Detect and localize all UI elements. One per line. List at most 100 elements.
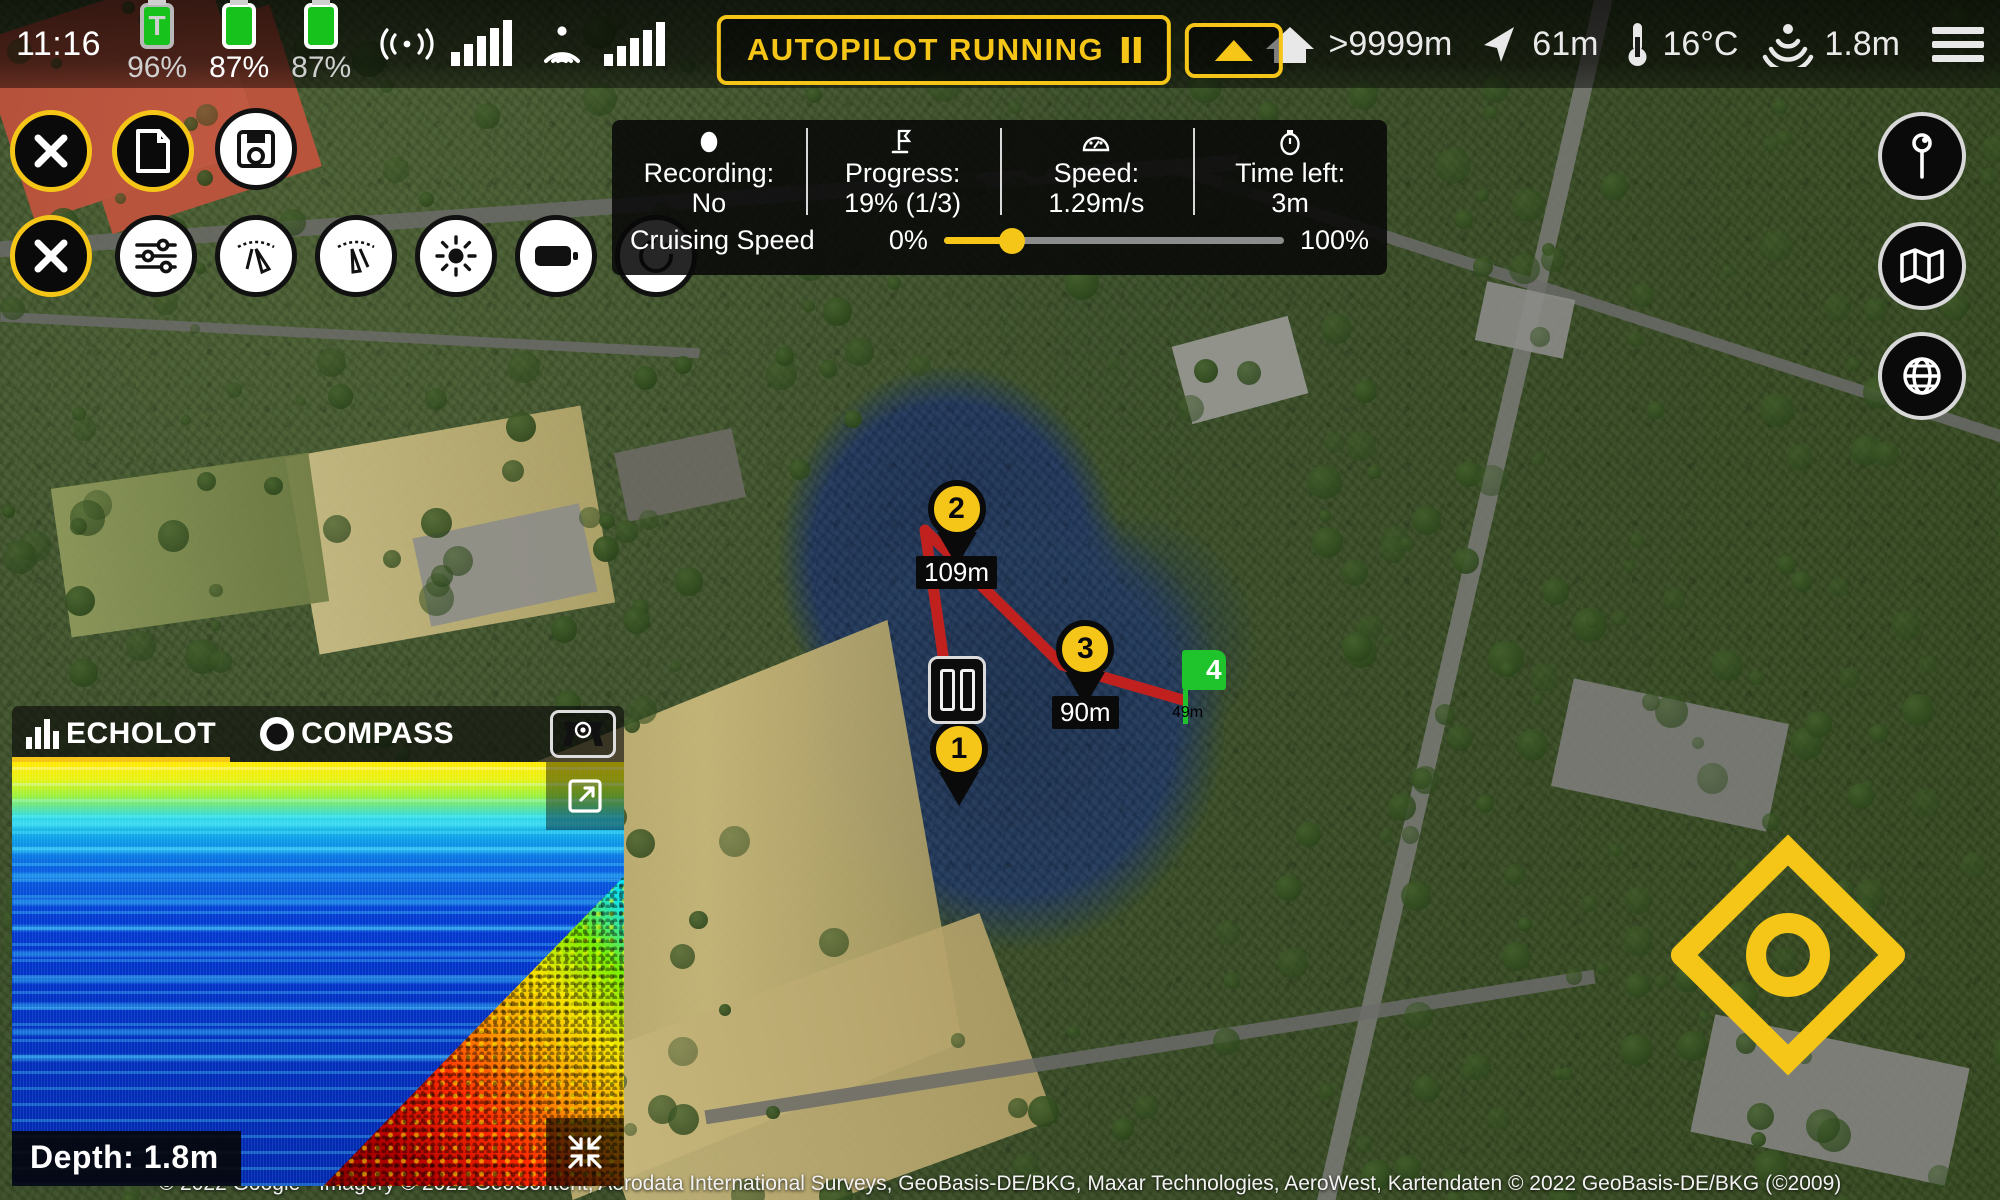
waypoint-pin[interactable]: 3 [1056,620,1115,678]
map-tree [719,1004,731,1016]
temperature-value: 16°C [1662,24,1739,63]
stat-value: No [691,188,727,219]
tab-compass[interactable]: COMPASS [260,706,454,762]
map-tree [1500,661,1516,678]
return-home-button[interactable] [1185,22,1284,78]
map-tree [322,515,351,544]
battery-button[interactable] [515,215,597,297]
map-tree [1400,537,1414,551]
thermometer-icon [1622,19,1652,69]
speedometer-icon [1081,129,1111,155]
map-tree [1630,532,1645,548]
map-tree [1027,1095,1059,1128]
map-tree [1891,610,1921,640]
file-icon [136,129,170,173]
map-tree [633,366,658,390]
save-button[interactable] [215,108,297,190]
close-button[interactable] [10,110,92,192]
stat-label: Recording: [643,158,775,188]
map-tree [1511,188,1546,223]
boat-battery-2[interactable]: 87% [291,3,351,85]
battery-icon [222,3,257,49]
globe-view-button[interactable] [1878,332,1966,420]
pause-icon[interactable] [1122,37,1142,63]
map-tree [1627,330,1644,347]
map-tree [1868,723,1888,743]
scan-right-button[interactable] [315,215,397,297]
map-tree [1823,294,1852,322]
map-tree [1367,465,1381,479]
collapse-sonar-button[interactable] [546,1118,624,1186]
map-tree [474,103,501,129]
map-tree [383,550,401,568]
add-waypoint-button[interactable] [1878,112,1966,200]
expand-sonar-button[interactable] [546,762,624,830]
wifi-icon [377,22,437,66]
waypoint-3[interactable]: 3 90m [1052,620,1119,729]
map-tree [803,300,815,312]
stat-value: 1.29m/s [1048,188,1145,219]
sonar-display[interactable]: Depth: 1.8m [12,762,624,1186]
map-tree [501,459,524,483]
geofence-diamond[interactable] [1640,810,1940,1100]
map-tree [623,717,640,734]
expand-arrow-icon [568,779,602,813]
map-tree [1435,148,1471,184]
brightness-button[interactable] [415,215,497,297]
close-secondary-button[interactable] [10,215,92,297]
map-tree [1307,464,1342,500]
map-tree [3,539,38,574]
sonar-waves-icon [1762,21,1814,67]
cruising-speed-min: 0% [888,225,928,255]
map-tree [1212,1027,1240,1056]
map-tree [1530,327,1550,347]
triangle-up-icon [1215,39,1254,61]
battery-icon [535,246,578,266]
map-tree [668,1036,698,1066]
folded-map-icon [1900,248,1944,284]
map-tree [226,382,242,399]
map-layers-button[interactable] [1878,222,1966,310]
map-tree [1751,1131,1767,1147]
waypoint-pin[interactable]: 1 [930,720,988,778]
waypoint-pin[interactable]: 2 [927,480,986,538]
map-tree [1502,941,1532,971]
map-tree [1236,360,1262,386]
cruising-speed-slider[interactable] [943,227,1284,254]
autopilot-status-button[interactable]: AUTOPILOT RUNNING [716,15,1172,85]
stat-label: Progress: [844,158,961,188]
boat-marker[interactable] [928,656,986,724]
camera-view-button[interactable] [550,710,616,758]
map-tree [1829,577,1849,597]
map-tree [328,383,353,409]
depth-value: 1.8m [1824,24,1900,63]
recording-stat: Recording: No [612,120,806,225]
map-tree [1777,554,1797,574]
map-tree [1839,667,1860,689]
hamburger-menu-icon[interactable] [1932,26,1984,62]
boat-battery-1[interactable]: 87% [209,3,269,85]
settings-sliders-button[interactable] [115,215,197,297]
trolling-motor-battery[interactable]: T 96% [127,3,187,85]
echolot-tab-bar: ECHOLOT COMPASS [11,706,624,762]
slider-thumb[interactable] [998,227,1025,254]
map-tree [1460,1064,1476,1081]
battery-percent: 96% [127,51,188,84]
cruising-speed-max: 100% [1299,225,1369,255]
scan-sector-left-icon [237,240,275,275]
new-file-button[interactable] [112,110,194,192]
navigation-arrow-icon [1476,21,1522,67]
map-tree [950,1033,966,1048]
waypoint-1[interactable]: 1 [930,720,988,778]
map-tree [1133,1094,1158,1119]
waypoint-number: 2 [948,492,965,525]
waypoint-2[interactable]: 2 109m [916,480,998,589]
battery-percent: 87% [209,51,270,84]
battery-group: T 96% 87% 87% [127,3,351,85]
tab-echolot[interactable]: ECHOLOT [11,706,231,762]
finish-flag-4[interactable]: 4 49m [1172,650,1226,724]
scan-left-button[interactable] [215,215,297,297]
map-tree [1542,578,1569,605]
map-tree [1630,282,1656,307]
map-pin-icon [1912,133,1932,179]
